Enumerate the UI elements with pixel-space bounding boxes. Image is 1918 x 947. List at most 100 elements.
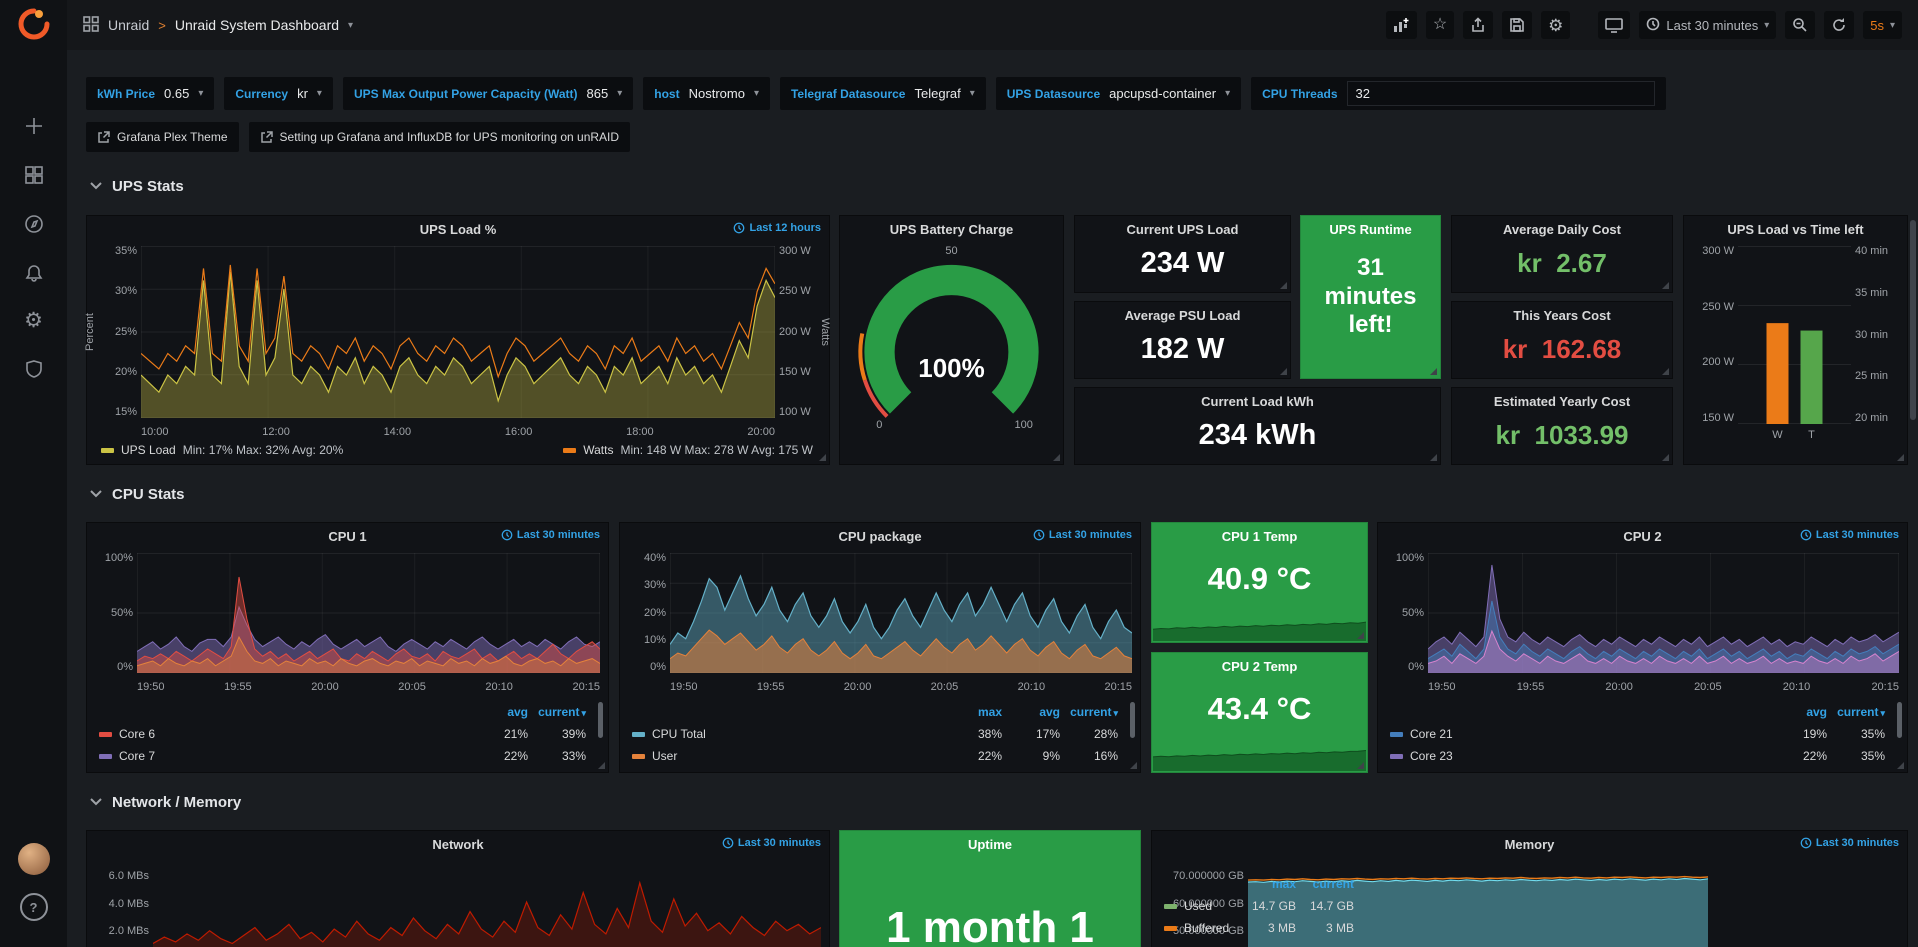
panel-title[interactable]: Average PSU Load xyxy=(1125,308,1241,323)
variable-host[interactable]: host Nostromo ▾ xyxy=(643,77,770,110)
sidebar: ⚙ ? xyxy=(0,0,67,947)
external-link-icon xyxy=(260,131,273,144)
panel-time-badge[interactable]: Last 12 hours xyxy=(733,222,821,234)
legend-scrollbar[interactable] xyxy=(1130,702,1135,738)
y-axis-right: 40 min35 min30 min25 min20 min xyxy=(1855,246,1901,424)
variable-kwh-price[interactable]: kWh Price 0.65 ▾ xyxy=(86,77,214,110)
plot-area[interactable]: 19:5019:5520:0020:0520:1020:15 xyxy=(137,553,600,696)
settings-gear-button[interactable]: ⚙ xyxy=(1541,11,1570,39)
plot-area[interactable]: 19:5019:5520:0020:0520:1020:15 xyxy=(1428,553,1899,696)
panel-title[interactable]: CPU 2 Temp xyxy=(1222,659,1298,674)
save-button[interactable] xyxy=(1502,11,1532,39)
chevron-down-icon xyxy=(90,798,102,806)
external-link-icon xyxy=(97,131,110,144)
legend[interactable]: maxavgcurrentCPU Total38%17%28%User22%9%… xyxy=(632,701,1118,767)
plot-area[interactable] xyxy=(153,859,821,947)
cpu-threads-input[interactable] xyxy=(1347,81,1655,106)
panel-time-badge[interactable]: Last 30 minutes xyxy=(1800,837,1899,849)
share-button[interactable] xyxy=(1463,11,1493,39)
panel-title[interactable]: CPU 1 Temp xyxy=(1222,529,1298,544)
variable-label: CPU Threads xyxy=(1262,87,1337,101)
stat-value: 234 W xyxy=(1075,242,1290,284)
chevron-down-icon[interactable]: ▾ xyxy=(348,20,353,31)
link-grafana-plex-theme[interactable]: Grafana Plex Theme xyxy=(86,122,239,152)
user-avatar[interactable] xyxy=(0,843,67,875)
legend-scrollbar[interactable] xyxy=(1897,702,1902,738)
panel-title[interactable]: CPU 1 xyxy=(328,529,366,544)
panel-title[interactable]: CPU 2 xyxy=(1623,529,1661,544)
panel-title[interactable]: Current UPS Load xyxy=(1127,222,1239,237)
panel-time-badge[interactable]: Last 30 minutes xyxy=(722,837,821,849)
legend[interactable]: avgcurrentCore 621%39%Core 722%33% xyxy=(99,701,586,767)
stat-value: 234 kWh xyxy=(1075,414,1440,456)
panel-time-badge[interactable]: Last 30 minutes xyxy=(501,529,600,541)
refresh-button[interactable] xyxy=(1824,11,1854,39)
panel-title[interactable]: Average Daily Cost xyxy=(1503,222,1621,237)
section-network-memory[interactable]: Network / Memory xyxy=(90,788,241,816)
breadcrumb-folder[interactable]: Unraid xyxy=(108,17,149,33)
panel-title[interactable]: This Years Cost xyxy=(1513,308,1610,323)
configuration-gear-icon[interactable]: ⚙ xyxy=(0,310,67,332)
dashboards-icon[interactable] xyxy=(0,164,67,186)
panel-cpu2-temp: CPU 2 Temp 43.4 °C xyxy=(1151,652,1368,773)
grafana-logo-icon[interactable] xyxy=(0,8,67,40)
panel-title[interactable]: CPU package xyxy=(838,529,921,544)
panel-current-load-kwh: Current Load kWh 234 kWh xyxy=(1074,387,1441,465)
page-scrollbar[interactable] xyxy=(1910,220,1916,420)
create-plus-icon[interactable] xyxy=(0,115,67,137)
help-icon[interactable]: ? xyxy=(0,893,67,921)
variable-ups-max-output[interactable]: UPS Max Output Power Capacity (Watt) 865… xyxy=(343,77,633,110)
panel-time-badge[interactable]: Last 30 minutes xyxy=(1800,529,1899,541)
link-label: Setting up Grafana and InfluxDB for UPS … xyxy=(280,130,620,144)
zoom-out-time-button[interactable] xyxy=(1785,11,1815,39)
clock-icon xyxy=(733,222,745,234)
breadcrumb: Unraid > Unraid System Dashboard ▾ xyxy=(83,16,353,35)
legend[interactable]: avgcurrentCore 2119%35%Core 2322%35% xyxy=(1390,701,1885,767)
time-range-picker[interactable]: Last 30 minutes ▾ xyxy=(1639,11,1776,39)
plot-area[interactable]: 10:0012:0014:0016:0018:0020:00 xyxy=(141,246,775,441)
panel-header: UPS Battery Charge xyxy=(840,216,1063,242)
legend-scrollbar[interactable] xyxy=(598,702,603,738)
time-range-label: Last 30 minutes xyxy=(1666,18,1758,33)
panel-title[interactable]: UPS Runtime xyxy=(1329,222,1411,237)
panel-title[interactable]: UPS Load vs Time left xyxy=(1727,222,1863,237)
legend[interactable]: maxcurrentUsed14.7 GB14.7 GBBuffered3 MB… xyxy=(1164,873,1354,947)
refresh-interval-picker[interactable]: 5s ▾ xyxy=(1863,11,1902,39)
breadcrumb-dashboard-title[interactable]: Unraid System Dashboard xyxy=(175,17,339,33)
explore-compass-icon[interactable] xyxy=(0,213,67,235)
x-axis-labels: 10:0012:0014:0016:0018:0020:00 xyxy=(141,423,775,441)
cycle-view-tv-button[interactable] xyxy=(1598,11,1630,39)
plot-area[interactable]: 19:5019:5520:0020:0520:1020:15 xyxy=(670,553,1132,696)
panel-cpu2: CPU 2 Last 30 minutes 100%50%0% 19:5019:… xyxy=(1377,522,1908,773)
panel-title[interactable]: Estimated Yearly Cost xyxy=(1494,394,1630,409)
panel-title[interactable]: Network xyxy=(432,837,483,852)
legend-item-ups-load[interactable]: UPS Load Min: 17% Max: 32% Avg: 20% xyxy=(101,443,343,457)
panel-title[interactable]: Current Load kWh xyxy=(1201,394,1314,409)
alerting-bell-icon[interactable] xyxy=(0,262,67,284)
variable-currency[interactable]: Currency kr ▾ xyxy=(224,77,333,110)
dashboard-links-row: Grafana Plex Theme Setting up Grafana an… xyxy=(86,122,630,152)
panel-title[interactable]: UPS Load % xyxy=(420,222,497,237)
add-panel-button[interactable] xyxy=(1386,11,1417,39)
link-ups-monitoring-guide[interactable]: Setting up Grafana and InfluxDB for UPS … xyxy=(249,122,631,152)
legend-item-watts[interactable]: Watts Min: 148 W Max: 278 W Avg: 175 W xyxy=(563,443,813,457)
y-axis-left: 6.0 MBs4.0 MBs2.0 MBs xyxy=(93,871,149,937)
section-cpu-stats[interactable]: CPU Stats xyxy=(90,480,185,508)
refresh-interval-label: 5s xyxy=(1870,18,1884,33)
panel-title[interactable]: Uptime xyxy=(968,837,1012,852)
chevron-down-icon xyxy=(90,490,102,498)
star-button[interactable]: ☆ xyxy=(1426,11,1454,39)
dashboard-grid-icon[interactable] xyxy=(83,16,99,35)
panel-title[interactable]: Memory xyxy=(1505,837,1555,852)
y-axis-left: 300 W250 W200 W150 W xyxy=(1690,246,1734,424)
stat-value: kr 2.67 xyxy=(1452,242,1672,284)
variable-telegraf-datasource[interactable]: Telegraf Datasource Telegraf ▾ xyxy=(780,77,986,110)
variable-ups-datasource[interactable]: UPS Datasource apcupsd-container ▾ xyxy=(996,77,1241,110)
panel-time-badge[interactable]: Last 30 minutes xyxy=(1033,529,1132,541)
server-admin-shield-icon[interactable] xyxy=(0,358,67,380)
variable-label: Telegraf Datasource xyxy=(791,87,906,101)
panel-title[interactable]: UPS Battery Charge xyxy=(890,222,1014,237)
plot-area[interactable]: WT xyxy=(1738,246,1851,447)
section-ups-stats[interactable]: UPS Stats xyxy=(90,172,184,200)
link-label: Grafana Plex Theme xyxy=(117,130,228,144)
